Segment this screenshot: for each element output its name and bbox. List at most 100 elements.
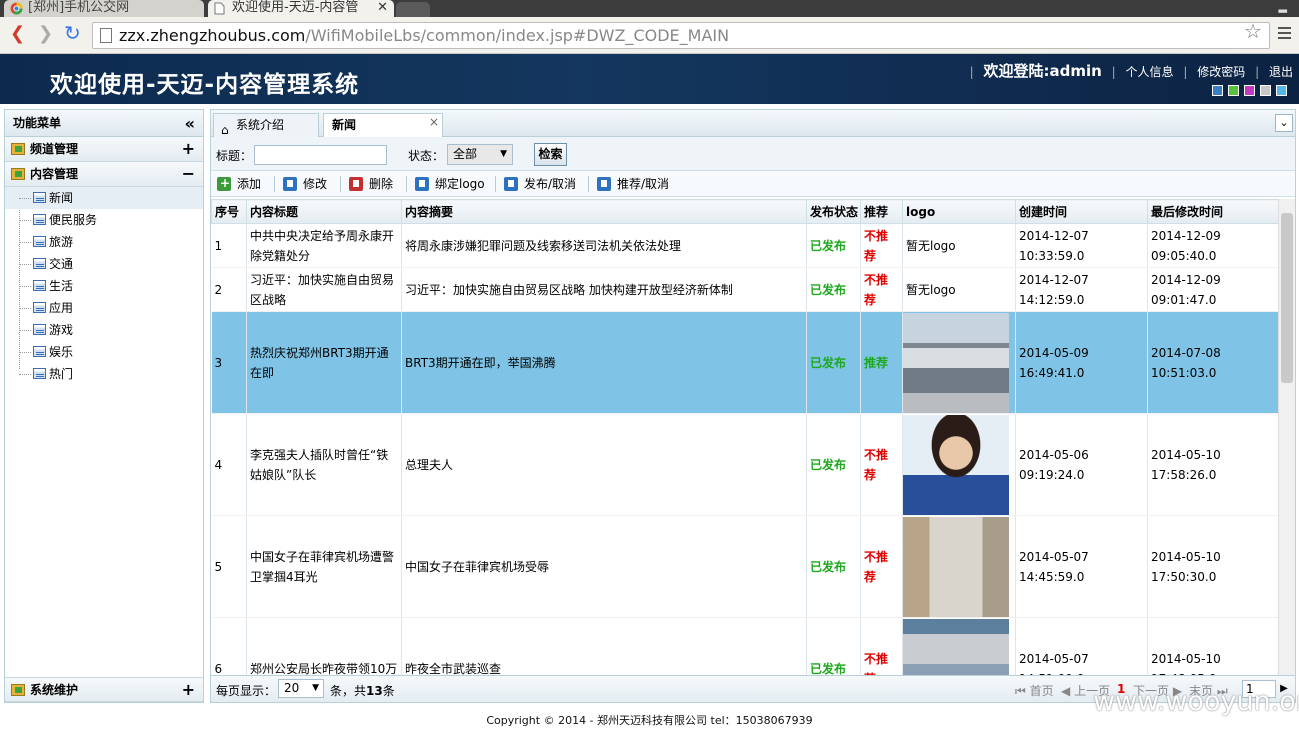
tree-item-traffic[interactable]: 交通 [5, 253, 203, 275]
tree-item-hot[interactable]: 热门 [5, 363, 203, 385]
table-row[interactable]: 6 郑州公安局长昨夜带领10万 昨夜全市武装巡查 已发布 不推荐 2014-05… [211, 617, 1278, 677]
logo-thumbnail-bus-station [903, 312, 1009, 413]
browser-tab-1-title: [郑州]手机公交网 [28, 0, 130, 15]
logo-thumbnail-airport [903, 516, 1009, 617]
collapse-sidebar-icon[interactable]: « [185, 110, 195, 137]
list-icon [33, 368, 46, 379]
page-icon [214, 2, 227, 15]
recommend-toggle-button[interactable]: 推荐/取消 [588, 176, 669, 192]
sidebar-header: 功能菜单 « [5, 110, 203, 137]
accordion-system-maintenance[interactable]: 系统维护 + [5, 677, 203, 702]
close-tab-icon[interactable]: ✕ [377, 0, 388, 15]
tree-item-services[interactable]: 便民服务 [5, 209, 203, 231]
per-page-label: 每页显示： [216, 684, 277, 698]
folder-icon [11, 143, 25, 155]
col-status[interactable]: 发布状态 [806, 199, 861, 224]
prev-page-icon: ◀ [1061, 684, 1071, 698]
edit-button[interactable]: 修改 [274, 176, 327, 192]
table-row[interactable]: 5 中国女子在菲律宾机场遭警卫掌掴4耳光 中国女子在菲律宾机场受辱 已发布 不推… [211, 515, 1278, 618]
accordion-label: 系统维护 [30, 683, 79, 697]
tree-item-travel[interactable]: 旅游 [5, 231, 203, 253]
url-host: zzx.zhengzhoubus.com [119, 26, 306, 45]
bind-logo-button[interactable]: 绑定logo [406, 176, 485, 192]
tab-news[interactable]: 新闻 × [323, 113, 443, 138]
expand-icon[interactable]: + [182, 137, 195, 161]
news-grid: 序号 内容标题 内容摘要 发布状态 推荐 logo 创建时间 最后修改时间 1 … [211, 199, 1278, 677]
edit-icon [415, 177, 429, 191]
profile-link[interactable]: 个人信息 [1126, 65, 1174, 79]
app-title: 欢迎使用-天迈-内容管理系统 [50, 72, 360, 98]
col-modified[interactable]: 最后修改时间 [1147, 199, 1278, 224]
add-button[interactable]: 添加 [217, 175, 261, 192]
table-row[interactable]: 2 习近平：加快实施自由贸易区战略 习近平：加快实施自由贸易区战略 加快构建开放… [211, 267, 1278, 312]
col-logo[interactable]: logo [902, 199, 1016, 224]
delete-icon [349, 177, 363, 191]
grid-header-row: 序号 内容标题 内容摘要 发布状态 推荐 logo 创建时间 最后修改时间 [211, 199, 1278, 224]
close-tab-icon[interactable]: × [429, 111, 439, 133]
sidebar: 功能菜单 « 频道管理 + 内容管理 − 新闻 便民服务 旅游 交通 生活 应用… [4, 109, 204, 703]
col-no[interactable]: 序号 [211, 199, 247, 224]
theme-silver-swatch[interactable] [1260, 85, 1271, 96]
theme-blue-swatch[interactable] [1212, 85, 1223, 96]
toolbar: 添加 修改 删除 绑定logo 发布/取消 推荐/取消 [211, 171, 1295, 197]
col-recommend[interactable]: 推荐 [860, 199, 903, 224]
tree-item-entertainment[interactable]: 娱乐 [5, 341, 203, 363]
browser-tab-2[interactable]: 欢迎使用-天迈-内容管 ✕ [208, 0, 394, 17]
col-title[interactable]: 内容标题 [246, 199, 402, 224]
browser-nav-bar: ❮ ❯ ↻ zzx.zhengzhoubus.com/WifiMobileLbs… [0, 17, 1299, 54]
first-page-icon: ⏮ [1015, 684, 1026, 698]
table-row[interactable]: 1 中共中央决定给予周永康开除党籍处分 将周永康涉嫌犯罪问题及线索移送司法机关依… [211, 223, 1278, 268]
first-page-link[interactable]: ⏮ 首页 [1015, 682, 1054, 699]
forward-arrow-icon[interactable]: ❯ [38, 23, 53, 44]
dropdown-arrow-icon: ▼ [500, 149, 507, 159]
table-row[interactable]: 4 李克强夫人插队时曾任“铁姑娘队”队长 总理夫人 已发布 不推荐 2014-0… [211, 413, 1278, 516]
publish-toggle-button[interactable]: 发布/取消 [495, 176, 576, 192]
col-summary[interactable]: 内容摘要 [401, 199, 807, 224]
status-select[interactable]: 全部 ▼ [447, 144, 513, 165]
col-created[interactable]: 创建时间 [1015, 199, 1148, 224]
accordion-channel-management[interactable]: 频道管理 + [5, 137, 203, 162]
logout-link[interactable]: 退出 [1269, 65, 1293, 79]
new-tab-button[interactable] [396, 2, 430, 17]
collapse-icon[interactable]: − [182, 162, 195, 186]
address-bar[interactable]: zzx.zhengzhoubus.com/WifiMobileLbs/commo… [92, 22, 1270, 49]
change-password-link[interactable]: 修改密码 [1197, 65, 1245, 79]
dropdown-arrow-icon: ▼ [312, 683, 319, 693]
list-icon [33, 214, 46, 225]
tree-item-news[interactable]: 新闻 [5, 187, 203, 209]
list-icon [33, 192, 46, 203]
scrollbar-thumb[interactable] [1281, 213, 1293, 383]
grid-scrollbar[interactable] [1278, 199, 1295, 677]
reload-icon[interactable]: ↻ [64, 21, 81, 45]
url-path: /WifiMobileLbs/common/index.jsp#DWZ_CODE… [305, 26, 730, 45]
browser-tab-2-title: 欢迎使用-天迈-内容管 [232, 0, 359, 15]
accordion-label: 频道管理 [30, 142, 79, 156]
delete-button[interactable]: 删除 [340, 176, 393, 192]
browser-tab-1[interactable]: [郑州]手机公交网 [4, 0, 204, 17]
list-icon [33, 258, 46, 269]
table-row-selected[interactable]: 3 热烈庆祝郑州BRT3期开通在即 BRT3期开通在即，举国沸腾 已发布 推荐 … [211, 311, 1278, 414]
search-button[interactable]: 检索 [534, 143, 567, 166]
browser-menu-icon[interactable] [1278, 27, 1291, 42]
folder-icon [11, 168, 25, 180]
list-icon [33, 324, 46, 335]
tree-item-life[interactable]: 生活 [5, 275, 203, 297]
page-size-select[interactable]: 20 ▼ [278, 679, 324, 698]
back-arrow-icon[interactable]: ❮ [10, 23, 25, 44]
record-count: 条，共13条 [330, 684, 395, 698]
tree-item-games[interactable]: 游戏 [5, 319, 203, 341]
tree-item-apps[interactable]: 应用 [5, 297, 203, 319]
theme-azure-swatch[interactable] [1276, 85, 1287, 96]
theme-purple-swatch[interactable] [1244, 85, 1255, 96]
expand-icon[interactable]: + [182, 678, 195, 702]
logo-thumbnail-police [903, 618, 1009, 677]
accordion-content-management[interactable]: 内容管理 − [5, 162, 203, 187]
header-nav: | 欢迎登陆:admin | 个人信息 | 修改密码 | 退出 [969, 62, 1293, 80]
browser-tab-bar: [郑州]手机公交网 欢迎使用-天迈-内容管 ✕ ▂ [0, 0, 1299, 17]
bookmark-star-icon[interactable]: ☆ [1244, 19, 1262, 43]
tab-system-intro[interactable]: ⌂ 系统介绍 [213, 113, 319, 137]
theme-green-swatch[interactable] [1228, 85, 1239, 96]
tab-list-dropdown-icon[interactable]: ⌄ [1275, 114, 1293, 132]
title-search-input[interactable] [254, 145, 387, 165]
minimize-icon[interactable]: ▂ [1279, 0, 1287, 13]
